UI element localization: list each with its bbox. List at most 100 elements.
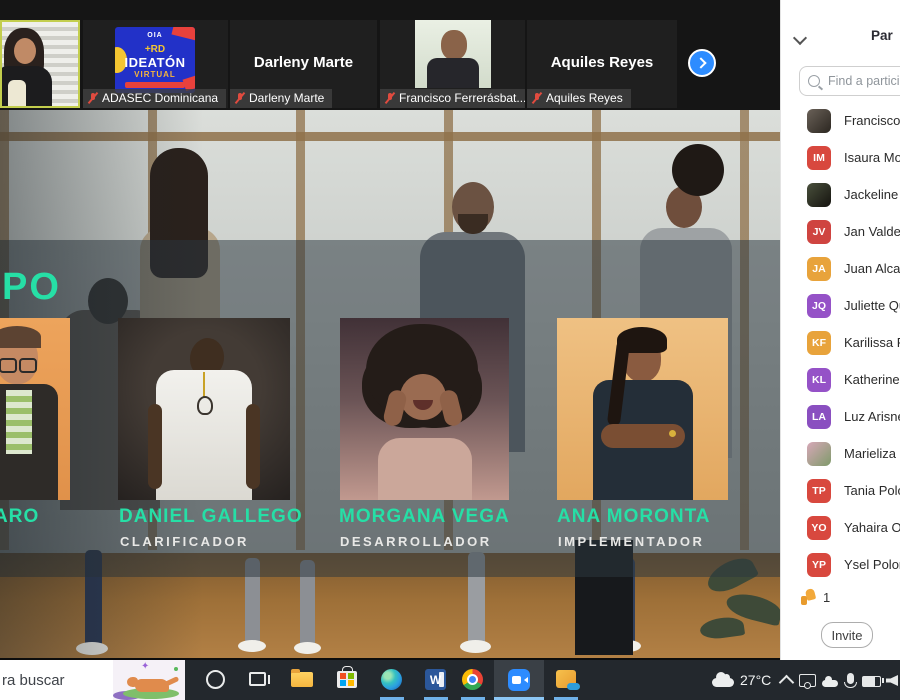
participant-row[interactable]: TP Tania Poloni [781, 472, 900, 509]
participant-name: Luz Arisnerk [844, 409, 900, 424]
video-tile-darleny[interactable]: Darleny Marte Darleny Marte [230, 20, 377, 108]
participant-name: Marieliza Ca [844, 446, 900, 461]
team-member-role: IMPLEMENTADOR [558, 534, 704, 549]
participant-label-text: ADASEC Dominicana [102, 91, 218, 105]
task-view-icon[interactable] [249, 672, 266, 686]
participant-row[interactable]: Francisco Fe [781, 102, 900, 139]
avatar: KL [807, 368, 831, 392]
temperature-text[interactable]: 27°C [740, 672, 771, 688]
participant-row[interactable]: YP Ysel Polonia [781, 546, 900, 583]
team-member-name: DANIEL GALLEGO [119, 506, 303, 528]
webcam-person-body [427, 58, 479, 88]
participant-row[interactable]: LA Luz Arisnerk [781, 398, 900, 435]
next-page-button[interactable] [688, 49, 716, 77]
video-tile-active-speaker[interactable] [0, 20, 80, 108]
participant-label: ADASEC Dominicana [83, 89, 226, 108]
screen-cast-icon[interactable] [799, 674, 816, 687]
cortana-icon[interactable] [206, 670, 225, 689]
taskbar-search-text: ra buscar [2, 672, 65, 689]
zoom-taskbar-tile[interactable] [494, 660, 544, 700]
participant-name: Katherine La [844, 372, 900, 387]
onedrive-icon[interactable] [822, 680, 838, 687]
card-person-glasses [0, 358, 38, 370]
team-card-morgana [340, 318, 509, 500]
webcam-person-face [441, 30, 467, 60]
video-tile-adasec[interactable]: OIA +RD IDEATÓN VIRTUAL ADASEC Dominican… [83, 20, 228, 108]
participant-name: Jackeline Be [844, 187, 900, 202]
participant-row[interactable]: YO Yahaira Oga [781, 509, 900, 546]
tray-chevron-up-icon[interactable] [779, 675, 795, 691]
chrome-icon[interactable] [462, 669, 483, 690]
avatar: YO [807, 516, 831, 540]
zoom-icon [508, 669, 530, 691]
participant-row[interactable]: JQ Juliette Quiñ [781, 287, 900, 324]
word-icon[interactable]: W [425, 669, 446, 690]
reaction-count: 1 [823, 590, 830, 605]
video-strip: OIA +RD IDEATÓN VIRTUAL ADASEC Dominican… [0, 0, 780, 110]
word-letter: W [430, 673, 441, 687]
file-explorer-icon[interactable] [291, 672, 313, 687]
search-input[interactable] [826, 73, 900, 89]
participant-row[interactable]: IM Isaura More [781, 139, 900, 176]
windows-taskbar: ra buscar W 27°C [0, 660, 900, 700]
avatar [807, 442, 831, 466]
cougar-illustration [135, 679, 169, 692]
weather-cloud-icon[interactable] [712, 678, 734, 687]
team-member-name-partial: ARO [0, 506, 39, 528]
participant-row[interactable]: JA Juan Alcanta [781, 250, 900, 287]
participant-name: Isaura More [844, 150, 900, 165]
participant-row[interactable]: Jackeline Be [781, 176, 900, 213]
poster-banner [125, 82, 185, 88]
participant-name: Tania Poloni [844, 483, 900, 498]
microsoft-store-icon[interactable] [337, 671, 357, 688]
avatar: JQ [807, 294, 831, 318]
participant-name: Juliette Quiñ [844, 298, 900, 313]
participant-row[interactable]: Marieliza Ca [781, 435, 900, 472]
avatar: JV [807, 220, 831, 244]
avatar: LA [807, 405, 831, 429]
zoom-meeting-window: OIA +RD IDEATÓN VIRTUAL ADASEC Dominican… [0, 0, 900, 700]
taskbar-search-box[interactable]: ra buscar [0, 660, 113, 700]
panel-collapse-chevron-icon[interactable] [793, 31, 807, 45]
volume-icon[interactable] [886, 675, 898, 686]
participant-row[interactable]: KF Karilissa Fel [781, 324, 900, 361]
mic-muted-icon [532, 92, 541, 105]
participant-label: Aquiles Reyes [527, 89, 631, 108]
participant-name: Juan Alcanta [844, 261, 900, 276]
team-member-name: MORGANA VEGA [339, 506, 510, 528]
participant-row[interactable]: JV Jan Valdez [781, 213, 900, 250]
participant-row[interactable]: KL Katherine La [781, 361, 900, 398]
avatar [807, 183, 831, 207]
search-icon [808, 75, 820, 87]
avatar [807, 109, 831, 133]
poster-rd: +RD [115, 44, 195, 55]
weather-app-icon[interactable] [556, 670, 576, 688]
panel-title: Par [871, 28, 893, 43]
webcam-person-shirt [8, 80, 26, 108]
invite-button[interactable]: Invite [821, 622, 873, 648]
webcam-person-face [14, 38, 36, 64]
participant-name: Karilissa Fel [844, 335, 900, 350]
thumbs-up-icon [800, 589, 816, 605]
video-tile-aquiles[interactable]: Aquiles Reyes Aquiles Reyes [527, 20, 677, 108]
poster-subtitle: VIRTUAL [115, 70, 195, 79]
participant-name: Yahaira Oga [844, 520, 900, 535]
battery-icon[interactable] [862, 676, 881, 687]
avatar: IM [807, 146, 831, 170]
participant-label-text: Francisco Ferrerásbat... [399, 91, 525, 105]
edge-icon[interactable] [381, 669, 402, 690]
poster-brand: OIA [115, 32, 195, 39]
team-card-ana [557, 318, 728, 500]
avatar: TP [807, 479, 831, 503]
card-person-watch [669, 430, 676, 437]
avatar: KF [807, 331, 831, 355]
avatar: JA [807, 257, 831, 281]
microphone-tray-icon[interactable] [847, 673, 854, 684]
video-tile-francisco[interactable]: Francisco Ferrerásbat... [380, 20, 525, 108]
reaction-summary: 1 [800, 589, 830, 605]
search-highlight-button[interactable] [113, 660, 185, 700]
mic-muted-icon [88, 92, 97, 105]
participant-list: Francisco Fe IM Isaura More Jackeline Be… [781, 102, 900, 583]
avatar: YP [807, 553, 831, 577]
participant-search-box[interactable] [799, 66, 900, 96]
